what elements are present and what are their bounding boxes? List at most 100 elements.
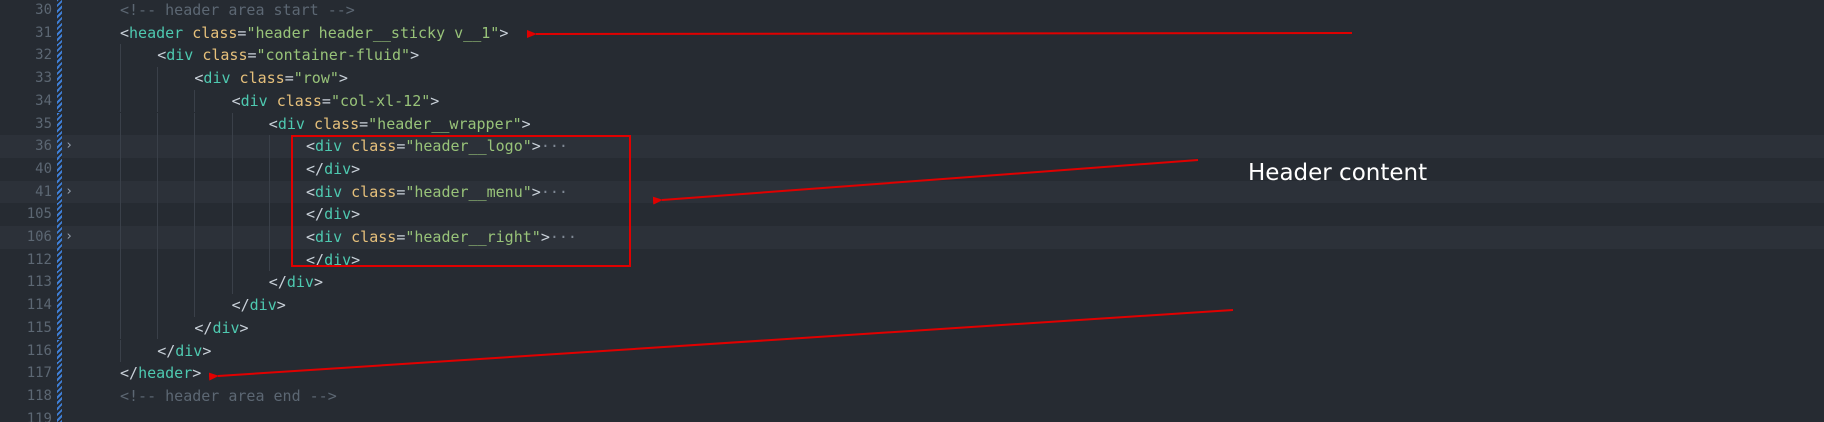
line-number: 115 <box>26 319 52 336</box>
code-token: class <box>276 91 322 110</box>
indent-guide <box>231 203 233 226</box>
fold-chevron-icon[interactable]: › <box>62 226 76 249</box>
code-token: > <box>410 46 420 65</box>
code-line[interactable]: 30 <!-- header area start --> <box>0 0 1824 22</box>
code-token: </ <box>194 318 213 337</box>
code-token: </ <box>157 341 176 360</box>
code-line[interactable]: 41 › <div class="header__menu">··· <box>0 180 1824 204</box>
code-line[interactable]: 32 <div class="container-fluid"> <box>0 44 1824 68</box>
indent-guide <box>157 294 159 317</box>
code-token: < <box>120 23 130 42</box>
code-token: div <box>286 273 314 292</box>
indent-guide <box>194 112 196 136</box>
line-number: 112 <box>26 251 52 268</box>
code-text[interactable]: </header> <box>120 362 201 385</box>
indent-guide <box>157 180 159 204</box>
modified-line-indicator <box>57 44 62 68</box>
code-token: class <box>192 23 238 42</box>
code-token: > <box>430 91 440 110</box>
code-line[interactable]: 115 </div> <box>0 316 1824 340</box>
code-token: "row" <box>293 69 339 88</box>
indent-guide <box>231 112 233 136</box>
indent-guide <box>120 294 121 317</box>
code-token: header <box>129 23 184 42</box>
code-token: < <box>157 46 167 65</box>
code-token: > <box>239 318 249 337</box>
code-line[interactable]: 117 </header> <box>0 362 1824 385</box>
indent-guide <box>120 89 121 113</box>
indent-guide <box>120 157 121 181</box>
line-number: 31 <box>35 24 52 41</box>
indent-guide <box>268 180 270 204</box>
indent-guide <box>157 226 159 249</box>
line-number: 105 <box>26 206 52 223</box>
code-text[interactable]: </div> <box>232 294 286 317</box>
code-text[interactable]: </div> <box>157 340 211 363</box>
code-line[interactable]: 40 </div> <box>0 157 1824 181</box>
indent-guide <box>231 271 233 295</box>
code-token: > <box>521 114 531 133</box>
indent-guide <box>194 135 196 158</box>
indent-guide <box>120 112 121 136</box>
modified-line-indicator <box>57 67 62 90</box>
indent-guide <box>194 89 196 113</box>
code-line[interactable]: 112 </div> <box>0 248 1824 272</box>
code-editor[interactable]: 30 <!-- header area start --> 31 <header cl… <box>0 0 1824 422</box>
indent-guide <box>120 44 121 68</box>
line-number: 30 <box>35 2 52 18</box>
code-token: div <box>203 69 231 88</box>
indent-guide <box>120 226 121 249</box>
code-line[interactable]: 35 <div class="header__wrapper"> <box>0 112 1824 136</box>
code-text[interactable]: <!-- header area start --> <box>120 0 355 22</box>
fold-chevron-icon[interactable]: › <box>62 181 76 204</box>
code-text[interactable]: </div> <box>194 317 248 340</box>
header-content-highlight-box <box>291 135 631 267</box>
code-line[interactable]: 31 <header class="header header__sticky v… <box>0 21 1824 45</box>
line-number: 41 <box>35 183 52 200</box>
line-number: 106 <box>26 229 52 245</box>
code-token: = <box>359 114 369 133</box>
code-line[interactable]: 105 </div> <box>0 203 1824 226</box>
code-text[interactable]: <!-- header area end --> <box>120 385 337 408</box>
indent-guide <box>120 203 121 226</box>
code-line[interactable]: 113 </div> <box>0 271 1824 295</box>
code-line[interactable]: 119 <box>0 407 1824 422</box>
indent-guide <box>231 157 233 181</box>
code-line[interactable]: 118 <!-- header area end --> <box>0 384 1824 408</box>
line-number: 33 <box>35 70 52 87</box>
line-number: 116 <box>26 342 52 359</box>
code-token: class <box>313 114 360 133</box>
modified-line-indicator <box>57 112 62 136</box>
code-line[interactable]: 33 <div class="row"> <box>0 67 1824 90</box>
code-token: class <box>239 69 285 88</box>
code-text[interactable]: <div class="container-fluid"> <box>157 44 419 67</box>
code-token: < <box>268 114 278 133</box>
line-number: 119 <box>26 410 52 422</box>
code-line[interactable]: 36 › <div class="header__logo">··· <box>0 135 1824 158</box>
indent-guide <box>157 157 159 181</box>
code-line[interactable]: 114 </div> <box>0 294 1824 317</box>
code-text[interactable]: <div class="header__wrapper"> <box>269 113 531 136</box>
code-token: < <box>231 91 241 110</box>
code-token: </ <box>268 273 287 292</box>
code-text[interactable]: <header class="header header__sticky v__… <box>120 22 508 45</box>
indent-guide <box>231 135 233 158</box>
code-line[interactable]: 106 › <div class="header__right">··· <box>0 226 1824 249</box>
code-token: div <box>166 46 194 65</box>
code-text[interactable]: <div class="row"> <box>194 67 348 90</box>
modified-line-indicator <box>57 407 62 422</box>
code-token: div <box>249 296 277 315</box>
code-text[interactable]: </div> <box>269 271 323 294</box>
code-text[interactable]: <div class="col-xl-12"> <box>232 90 440 113</box>
line-number: 113 <box>26 274 52 291</box>
modified-line-indicator <box>57 339 62 363</box>
indent-guide <box>157 67 159 90</box>
indent-guide <box>120 316 121 340</box>
code-line[interactable]: 116 </div> <box>0 339 1824 363</box>
code-line[interactable]: 34 <div class="col-xl-12"> <box>0 89 1824 113</box>
fold-chevron-icon[interactable]: › <box>62 135 76 158</box>
indent-guide <box>120 248 121 272</box>
